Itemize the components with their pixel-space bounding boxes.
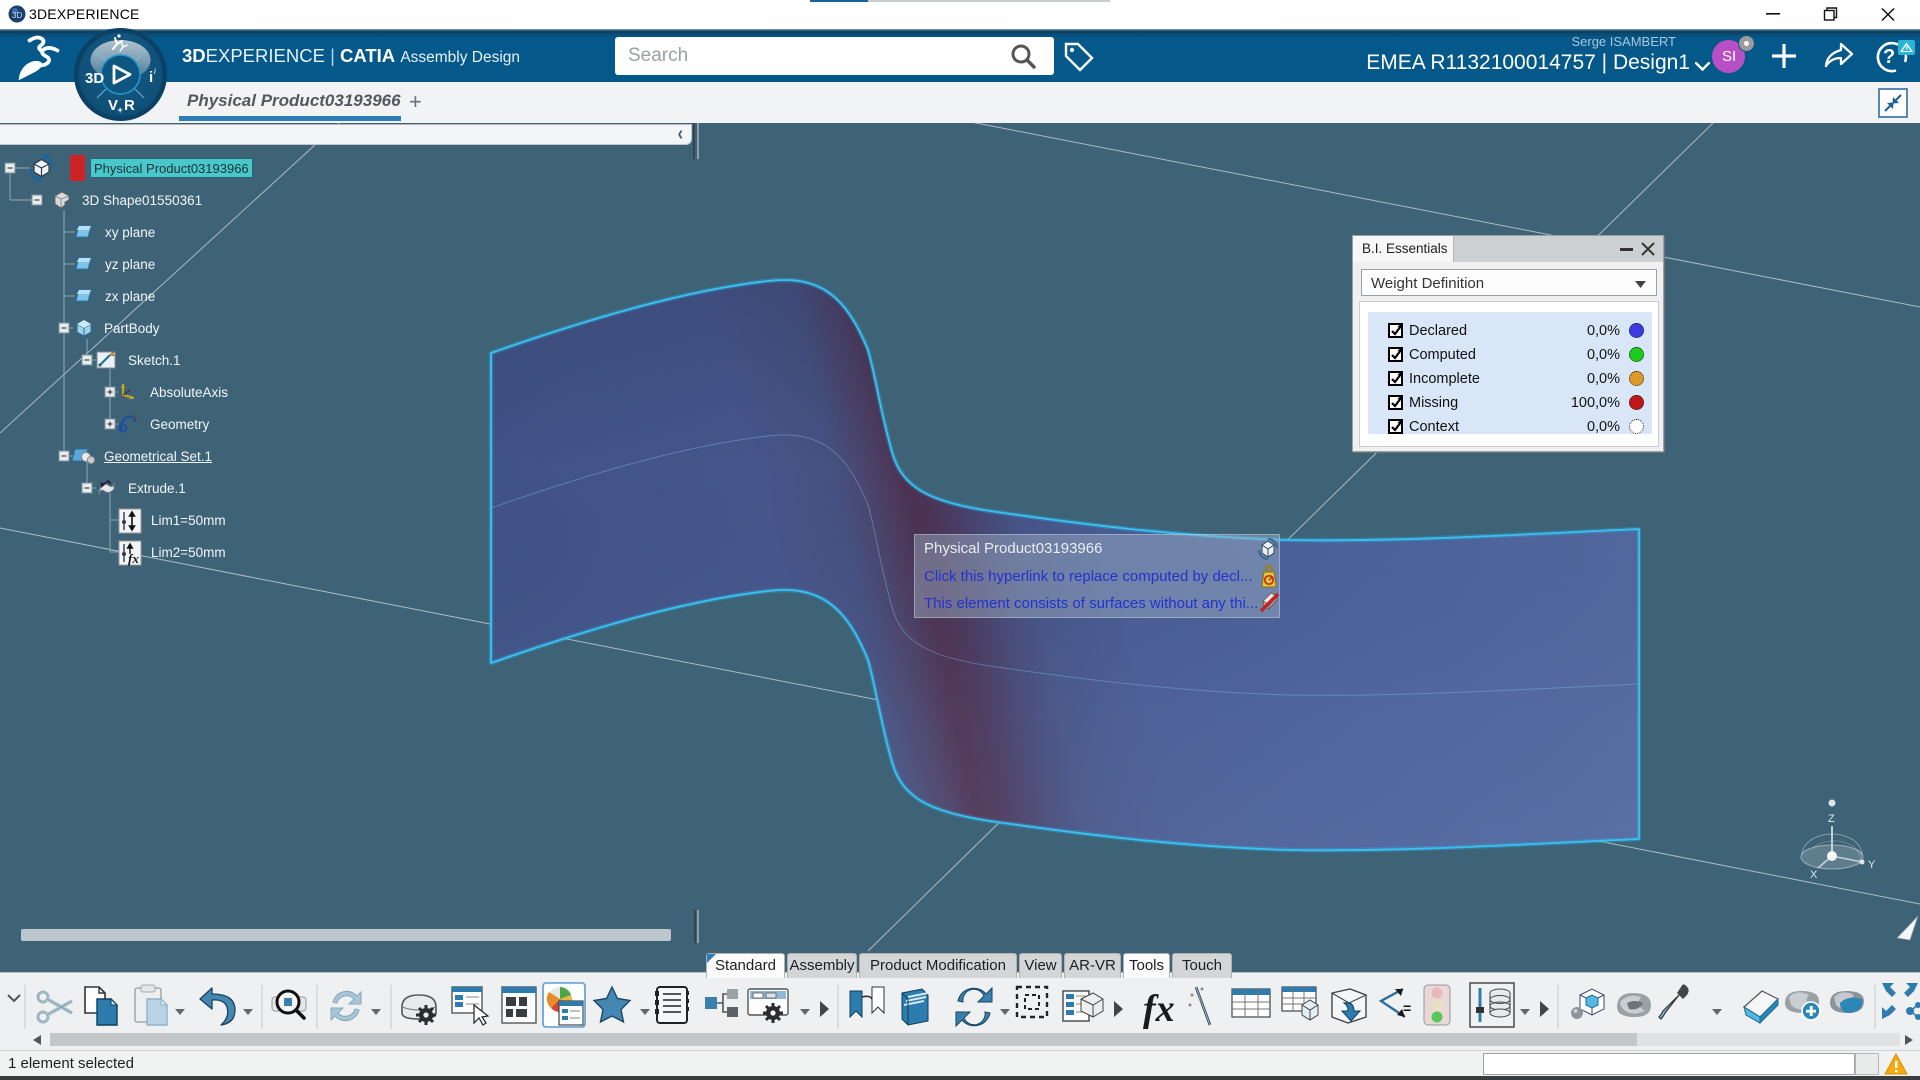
svg-text:?: ? [1883, 46, 1895, 68]
svg-text:fx: fx [128, 551, 139, 566]
svg-text:=: = [1403, 1000, 1411, 1016]
svg-text:X: X [1810, 869, 1818, 881]
svg-text:V: V [108, 97, 118, 114]
svg-text:R: R [124, 97, 135, 114]
svg-text:Y: Y [1868, 859, 1876, 871]
svg-text:+: + [118, 105, 123, 115]
svg-text:i: i [154, 67, 156, 76]
svg-text:fx: fx [1143, 988, 1175, 1030]
svg-text:Z: Z [1828, 813, 1835, 825]
svg-text:3D: 3D [85, 70, 104, 87]
svg-text:i: i [149, 69, 153, 86]
svg-text:3D: 3D [12, 11, 22, 20]
